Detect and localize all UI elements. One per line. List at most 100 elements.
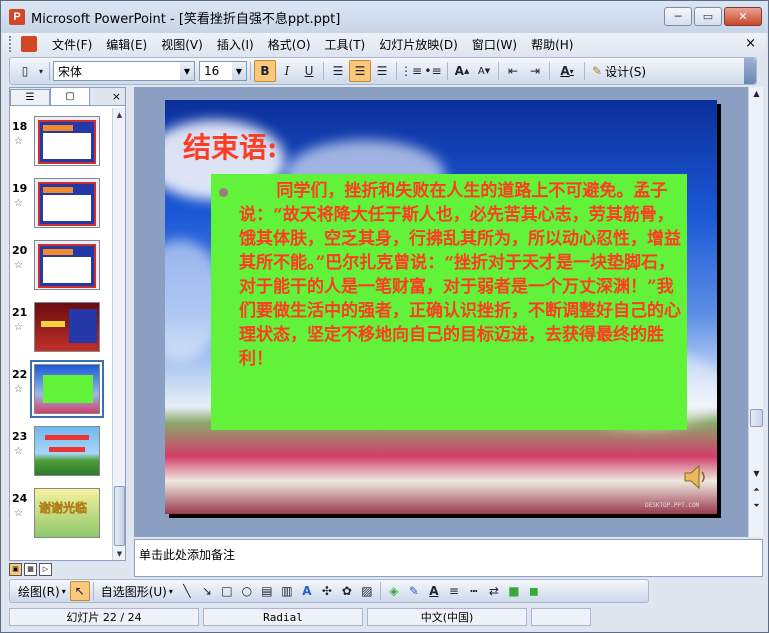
- animation-star-icon: ☆: [14, 198, 23, 209]
- toolbar-options-icon[interactable]: ▾: [36, 60, 46, 82]
- toolbar-options-grip[interactable]: [744, 58, 756, 84]
- bold-button[interactable]: B: [254, 60, 276, 82]
- font-color-button[interactable]: A ▾: [553, 60, 581, 82]
- toolbar-separator: [498, 62, 499, 80]
- slide-title[interactable]: 结束语:: [183, 126, 277, 166]
- increase-font-size-icon[interactable]: A ▲: [451, 60, 473, 82]
- font-size-select[interactable]: 16 ▼: [199, 61, 247, 81]
- next-slide-icon[interactable]: ⏷: [751, 501, 762, 511]
- menu-insert[interactable]: 插入(I): [210, 36, 261, 53]
- thanks-wordart: 谢谢光临: [39, 501, 88, 516]
- wordart-icon[interactable]: A: [297, 581, 317, 601]
- close-icon[interactable]: ×: [112, 90, 121, 103]
- font-name-select[interactable]: 宋体 ▼: [53, 61, 195, 81]
- slide-thumbnail-19[interactable]: 19 ☆: [10, 178, 114, 240]
- italic-button[interactable]: I: [276, 60, 298, 82]
- document-icon[interactable]: [21, 36, 37, 52]
- slide-thumbnail-18[interactable]: 18 ☆: [10, 116, 114, 178]
- slide-area-scrollbar[interactable]: ▲ ▼ ⏶ ⏷: [748, 87, 763, 537]
- normal-view-icon[interactable]: ▣: [9, 562, 22, 576]
- scrollbar-thumb[interactable]: [750, 409, 763, 427]
- slide-thumbnail-24[interactable]: 24 ☆ 谢谢光临: [10, 488, 114, 550]
- new-document-icon[interactable]: ▯: [14, 60, 36, 82]
- line-color-icon[interactable]: ✎: [404, 581, 424, 601]
- increase-indent-icon[interactable]: ⇥: [524, 60, 546, 82]
- draw-menu-button[interactable]: 绘图(R) ▾: [14, 583, 70, 600]
- design-button[interactable]: ✎ 设计(S): [588, 63, 650, 80]
- 3d-style-icon[interactable]: ◼: [524, 581, 544, 601]
- menu-help[interactable]: 帮助(H): [524, 36, 580, 53]
- vertical-textbox-icon[interactable]: ▥: [277, 581, 297, 601]
- slide-thumbnail-23[interactable]: 23 ☆: [10, 426, 114, 488]
- textbox-icon[interactable]: ▤: [257, 581, 277, 601]
- notes-pane[interactable]: 单击此处添加备注: [134, 539, 763, 577]
- menu-format[interactable]: 格式(O): [261, 36, 318, 53]
- maximize-button[interactable]: ▭: [694, 7, 722, 26]
- toolbar-separator: [447, 62, 448, 80]
- menu-file[interactable]: 文件(F): [45, 36, 99, 53]
- slide-canvas[interactable]: 结束语: 同学们，挫折和失败在人生的道路上不可避免。孟子说：“故天将降大任于斯人…: [165, 100, 717, 514]
- scroll-down-icon[interactable]: ▼: [751, 469, 762, 478]
- align-center-icon[interactable]: ☰: [349, 60, 371, 82]
- menu-tools[interactable]: 工具(T): [318, 36, 373, 53]
- scroll-up-icon[interactable]: ▲: [751, 89, 762, 98]
- clipart-icon[interactable]: ✿: [337, 581, 357, 601]
- chevron-down-icon[interactable]: ▼: [180, 62, 194, 80]
- draw-label: 绘图(R): [18, 584, 60, 599]
- autoshapes-button[interactable]: 自选图形(U) ▾: [97, 583, 177, 600]
- menu-window[interactable]: 窗口(W): [465, 36, 524, 53]
- oval-icon[interactable]: ○: [237, 581, 257, 601]
- scrollbar-thumb[interactable]: [114, 486, 125, 546]
- design-name-text: Radial: [263, 610, 303, 624]
- chevron-down-icon[interactable]: ▼: [232, 62, 246, 80]
- menu-view[interactable]: 视图(V): [154, 36, 210, 53]
- slide-thumbnail-image: 谢谢光临: [34, 488, 100, 538]
- slide-number: 22: [12, 368, 28, 381]
- scroll-up-icon[interactable]: ▲: [113, 108, 126, 121]
- toolbar-separator: [250, 62, 251, 80]
- previous-slide-icon[interactable]: ⏶: [751, 485, 762, 495]
- rectangle-icon[interactable]: □: [217, 581, 237, 601]
- bullets-icon[interactable]: •≡: [422, 60, 444, 82]
- fill-color-icon[interactable]: ◈: [384, 581, 404, 601]
- shadow-style-icon[interactable]: ■: [504, 581, 524, 601]
- align-left-icon[interactable]: ☰: [327, 60, 349, 82]
- slide-thumbnail-list: 18 ☆ 19 ☆ 20 ☆ 21 ☆ 22 ☆ 23 ☆ 24 ☆ 谢谢光临: [10, 108, 114, 560]
- document-close-icon[interactable]: ×: [745, 36, 756, 51]
- slides-pane-scrollbar[interactable]: ▲ ▼: [112, 108, 125, 560]
- line-icon[interactable]: ╲: [177, 581, 197, 601]
- underline-button[interactable]: U: [298, 60, 320, 82]
- slide-sorter-icon[interactable]: ▦: [24, 562, 37, 576]
- select-pointer-icon[interactable]: ↖: [69, 581, 90, 601]
- powerpoint-app-icon[interactable]: P: [9, 9, 25, 25]
- slide-number: 19: [12, 182, 28, 195]
- scroll-down-icon[interactable]: ▼: [113, 547, 126, 560]
- notes-placeholder[interactable]: 单击此处添加备注: [139, 546, 235, 563]
- arrow-icon[interactable]: ↘: [197, 581, 217, 601]
- align-right-icon[interactable]: ☰: [371, 60, 393, 82]
- picture-icon[interactable]: ▨: [357, 581, 377, 601]
- dash-style-icon[interactable]: ┅: [464, 581, 484, 601]
- line-style-icon[interactable]: ≡: [444, 581, 464, 601]
- slide-thumbnail-22[interactable]: 22 ☆: [10, 360, 114, 426]
- minimize-button[interactable]: ─: [664, 7, 692, 26]
- slide-thumbnail-20[interactable]: 20 ☆: [10, 240, 114, 302]
- font-color-icon[interactable]: A: [424, 581, 444, 601]
- slide-thumbnail-image: [34, 116, 100, 166]
- menu-grip[interactable]: [9, 36, 15, 52]
- decrease-font-size-icon[interactable]: A ▼: [473, 60, 495, 82]
- arrow-style-icon[interactable]: ⇄: [484, 581, 504, 601]
- slideshow-icon[interactable]: ▷: [39, 562, 52, 576]
- menu-slideshow[interactable]: 幻灯片放映(D): [372, 36, 465, 53]
- tab-slides[interactable]: ▢: [50, 87, 90, 105]
- diagram-icon[interactable]: ✣: [317, 581, 337, 601]
- close-button[interactable]: ✕: [724, 7, 762, 26]
- tab-outline[interactable]: ☰: [10, 89, 50, 105]
- animation-star-icon: ☆: [14, 322, 23, 333]
- speaker-icon[interactable]: [683, 463, 709, 491]
- slide-thumbnail-21[interactable]: 21 ☆: [10, 302, 114, 364]
- menu-edit[interactable]: 编辑(E): [99, 36, 154, 53]
- numbering-icon[interactable]: ⋮≡: [400, 60, 422, 82]
- slide-body-textbox[interactable]: 同学们，挫折和失败在人生的道路上不可避免。孟子说：“故天将降大任于斯人也，必先苦…: [211, 174, 687, 430]
- decrease-indent-icon[interactable]: ⇤: [502, 60, 524, 82]
